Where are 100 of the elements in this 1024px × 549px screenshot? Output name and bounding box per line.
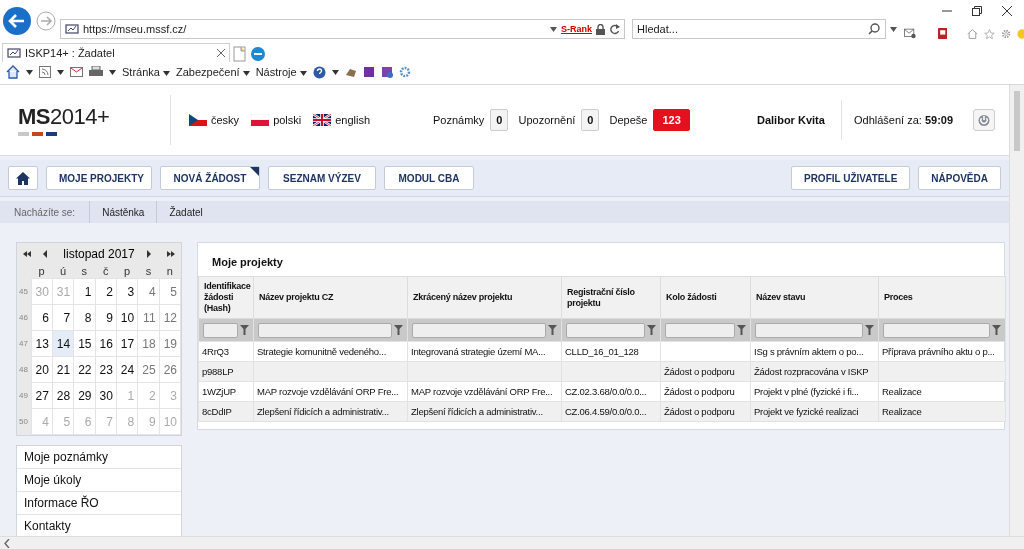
refresh-icon[interactable] (609, 23, 620, 35)
calendar-day[interactable]: 19 (159, 330, 181, 357)
horizontal-scrollbar[interactable] (0, 536, 1024, 549)
logout-button[interactable] (973, 109, 996, 131)
calendar-day[interactable]: 16 (95, 330, 117, 357)
calendar-day[interactable]: 29 (73, 382, 96, 409)
calendar-day[interactable]: 23 (95, 356, 117, 383)
back-icon[interactable] (2, 6, 32, 36)
menu-button[interactable]: Zabezpečení (175, 66, 250, 78)
breadcrumb-link[interactable]: Žadatel (156, 201, 215, 223)
calendar-day[interactable]: 1 (73, 278, 96, 305)
browser-tab[interactable]: ISKP14+ : Žadatel (2, 43, 230, 62)
dropdown-icon[interactable] (550, 26, 557, 32)
gear-icon[interactable] (398, 66, 411, 78)
filter-icon[interactable] (865, 325, 874, 335)
calendar-day[interactable]: 3 (116, 278, 138, 305)
filter-field[interactable] (203, 322, 238, 338)
menu-item[interactable]: Moje úkoly (17, 469, 181, 492)
menu-item[interactable]: Informace ŘO (17, 492, 181, 515)
filter-field[interactable] (258, 322, 392, 338)
calendar-day[interactable]: 28 (52, 382, 74, 409)
calendar-day[interactable]: 11 (137, 304, 160, 331)
column-header[interactable]: Název projektu CZ (253, 276, 408, 319)
dropdown-icon[interactable] (890, 26, 897, 32)
search-field[interactable]: Hledat... (632, 19, 886, 39)
book-icon[interactable] (937, 26, 948, 41)
filter-field[interactable] (755, 322, 863, 338)
column-header[interactable]: Zkrácený název projektu (407, 276, 562, 319)
filter-field[interactable] (412, 322, 546, 338)
feed-icon[interactable] (39, 66, 51, 78)
mail-icon[interactable] (70, 67, 83, 77)
nav-button[interactable]: SEZNAM VÝZEV (268, 166, 376, 190)
calendar-day[interactable]: 30 (95, 382, 117, 409)
note-icon[interactable] (380, 66, 393, 78)
calendar-day[interactable]: 18 (137, 330, 160, 357)
menu-button[interactable]: Stránka (122, 66, 170, 78)
mail-icon[interactable] (904, 27, 916, 40)
count-badge[interactable]: 0 (581, 109, 600, 131)
close-icon[interactable] (217, 49, 225, 57)
calendar-day[interactable]: 20 (31, 356, 53, 383)
note-icon[interactable] (362, 66, 375, 78)
calendar-day[interactable]: 2 (95, 278, 117, 305)
close-icon[interactable] (1002, 6, 1012, 16)
calendar-day[interactable]: 5 (159, 278, 181, 305)
calendar-day[interactable]: 4 (137, 278, 160, 305)
restore-icon[interactable] (972, 6, 982, 16)
star-icon[interactable] (983, 26, 995, 41)
calendar-day[interactable]: 9 (95, 304, 117, 331)
filter-field[interactable] (665, 322, 735, 338)
calendar-day[interactable]: 7 (52, 304, 74, 331)
column-header[interactable]: Identifikace žádosti (Hash) (198, 276, 254, 319)
calendar-day[interactable]: 13 (31, 330, 53, 357)
address-field[interactable]: https://mseu.mssf.cz/ S-Rank (60, 19, 625, 39)
calendar-day[interactable]: 12 (159, 304, 181, 331)
calendar-day[interactable]: 21 (52, 356, 74, 383)
home-icon[interactable] (6, 65, 20, 79)
nav-button[interactable]: NOVÁ ŽÁDOST (160, 166, 260, 190)
filter-icon[interactable] (647, 325, 656, 335)
calendar-day[interactable]: 10 (116, 304, 138, 331)
count-badge[interactable]: 0 (490, 109, 509, 131)
filter-icon[interactable] (240, 325, 249, 335)
calendar-day[interactable]: 27 (31, 382, 53, 409)
printer-icon[interactable] (89, 66, 103, 78)
menu-button[interactable]: Nástroje (255, 66, 307, 78)
nav-button[interactable]: NÁPOVĚDA (918, 166, 1001, 190)
filter-icon[interactable] (548, 325, 557, 335)
calendar-day[interactable]: 15 (73, 330, 96, 357)
caret-icon[interactable] (26, 69, 33, 75)
caret-icon[interactable] (331, 69, 339, 75)
caret-icon[interactable] (109, 69, 116, 75)
count-badge[interactable]: 123 (653, 109, 690, 131)
menu-item[interactable]: Moje poznámky (17, 446, 181, 469)
filter-field[interactable] (566, 322, 645, 338)
filter-field[interactable] (883, 322, 990, 338)
caret-icon[interactable] (57, 69, 64, 75)
column-header[interactable]: Kolo žádosti (660, 276, 751, 319)
calendar-day[interactable]: 22 (73, 356, 96, 383)
breadcrumb-link[interactable]: Nástěnka (89, 201, 157, 223)
nav-button[interactable]: MOJE PROJEKTY (46, 166, 152, 190)
calendar-day[interactable]: 8 (73, 304, 96, 331)
column-header[interactable]: Proces (878, 276, 1006, 319)
language-link[interactable]: english (313, 114, 371, 126)
calendar-day[interactable]: 25 (137, 356, 160, 383)
filter-icon[interactable] (992, 325, 1001, 335)
home-button[interactable] (8, 166, 38, 190)
vertical-scrollbar[interactable] (1009, 85, 1024, 536)
calendar-day[interactable]: 26 (159, 356, 181, 383)
calendar-day[interactable]: 17 (116, 330, 138, 357)
calendar-day[interactable]: 24 (116, 356, 138, 383)
filter-icon[interactable] (737, 325, 746, 335)
nav-button[interactable]: MODUL CBA (384, 166, 474, 190)
filter-icon[interactable] (394, 325, 403, 335)
calendar-day[interactable]: 6 (31, 304, 53, 331)
browser-logo-icon[interactable] (250, 46, 266, 62)
language-link[interactable]: česky (189, 114, 240, 126)
column-header[interactable]: Název stavu (750, 276, 879, 319)
language-link[interactable]: polski (251, 114, 302, 126)
help-icon[interactable] (312, 65, 326, 79)
nav-button[interactable]: PROFIL UŽIVATELE (790, 166, 911, 190)
column-header[interactable]: Registrační číslo projektu (561, 276, 661, 319)
